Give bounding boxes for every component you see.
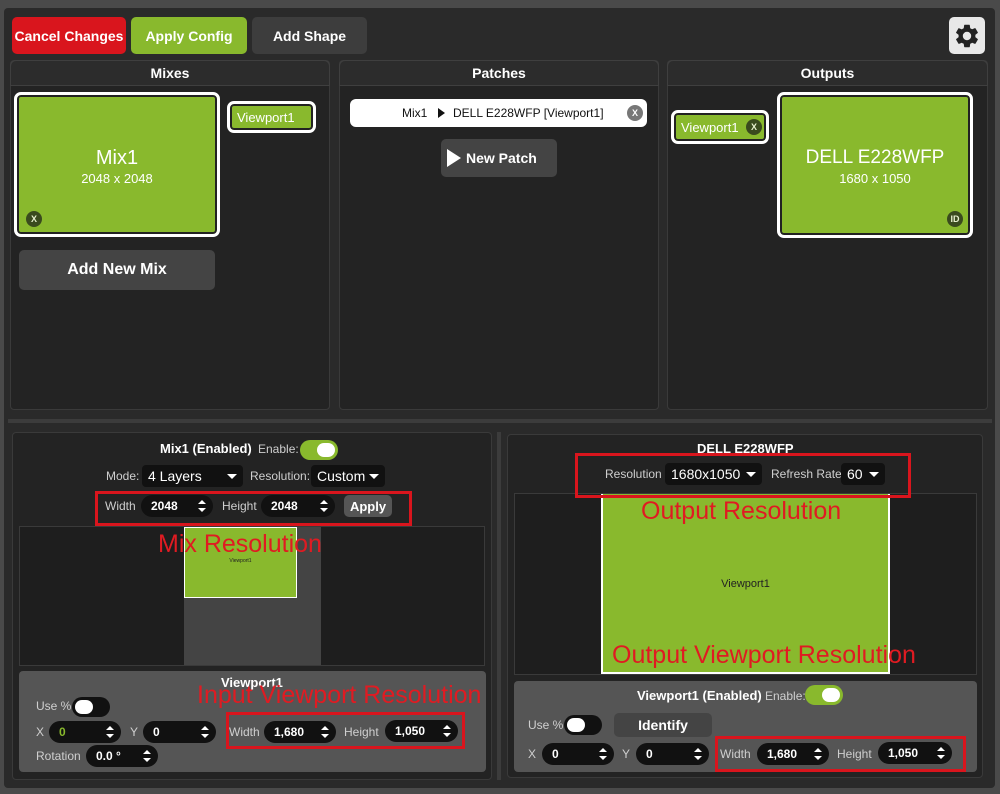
new-patch-label: New Patch [466,150,537,166]
output-y-field[interactable]: 0 [636,743,709,765]
mode-value: 4 Layers [148,468,202,484]
output-usepct-toggle[interactable] [564,715,602,735]
output-viewport-enable-label: Enable: [765,689,806,703]
input-rotation-field[interactable]: 0.0 ° [86,745,158,767]
toggle-knob [567,718,585,732]
input-usepct-label: Use % [36,699,72,713]
patches-title: Patches [339,60,659,86]
mixes-title: Mixes [10,60,330,86]
new-patch-button[interactable]: New Patch [441,139,557,177]
splitter[interactable] [8,419,992,423]
patch-target: DELL E228WFP [Viewport1] [453,106,604,120]
mix-name: Mix1 [95,147,139,169]
cancel-changes-button[interactable]: Cancel Changes [12,17,126,54]
output-y-label: Y [622,747,631,761]
mix-close-button[interactable]: X [26,211,42,227]
spinner-icon[interactable] [693,746,703,762]
output-card[interactable]: DELL E228WFP 1680 x 1050 ID [777,92,973,238]
outputs-title: Outputs [667,60,988,86]
output-y-value: 0 [646,747,653,761]
input-rotation-value: 0.0 ° [96,749,121,763]
mix-resolution-annotation: Mix Resolution [158,530,322,558]
spinner-icon[interactable] [105,724,115,740]
spinner-icon[interactable] [142,748,152,764]
add-new-mix-button[interactable]: Add New Mix [19,250,215,290]
output-size: 1680 x 1050 [839,171,911,186]
mix-resolution-label: Resolution: [250,469,311,483]
mix-resolution-select[interactable]: Custom [311,465,385,487]
input-y-label: Y [130,725,139,739]
input-viewport-highlight [226,712,465,749]
patch-source: Mix1 [402,106,428,120]
output-viewport-enable-toggle[interactable] [805,685,843,705]
input-rotation-label: Rotation [36,749,81,763]
gear-icon [956,24,978,47]
output-viewport-tag-label: Viewport1 [681,119,739,135]
mode-label: Mode: [106,469,140,483]
toggle-knob [317,443,335,457]
output-id-button[interactable]: ID [947,211,963,227]
input-y-field[interactable]: 0 [143,721,216,743]
output-resolution-annotation: Output Resolution [641,497,842,525]
mix-enable-label: Enable: [258,442,299,456]
mix-detail-title: Mix1 (Enabled) [160,441,252,456]
chevron-down-icon [227,474,237,479]
input-usepct-toggle[interactable] [72,697,110,717]
output-usepct-label: Use % [528,718,564,732]
output-x-field[interactable]: 0 [542,743,614,765]
add-shape-button[interactable]: Add Shape [252,17,367,54]
output-viewport-tag[interactable]: Viewport1 X [671,110,769,144]
input-x-value: 0 [59,725,66,739]
chevron-down-icon [369,474,379,479]
output-x-value: 0 [552,747,559,761]
input-y-value: 0 [153,725,160,739]
output-name: DELL E228WFP [805,147,945,168]
output-resolution-highlight [575,453,911,498]
mix-card[interactable]: Mix1 2048 x 2048 X [14,92,220,237]
spinner-icon[interactable] [598,746,608,762]
output-viewport-highlight [715,736,966,772]
patch-row[interactable]: Mix1 DELL E228WFP [Viewport1] X [350,99,647,127]
toggle-knob [75,700,93,714]
output-x-label: X [528,747,537,761]
output-viewport-annotation: Output Viewport Resolution [612,641,916,669]
bottom-splitter[interactable] [497,432,501,780]
arrow-right-icon [438,108,445,118]
mix-enable-toggle[interactable] [300,440,338,460]
patch-close-button[interactable]: X [627,105,643,121]
mode-select[interactable]: 4 Layers [142,465,243,487]
toggle-knob [822,688,840,702]
play-icon [447,149,461,167]
output-viewport-tag-close[interactable]: X [746,119,762,135]
spinner-icon[interactable] [200,724,210,740]
input-viewport-annotation: Input Viewport Resolution [197,681,482,709]
identify-button[interactable]: Identify [614,713,712,737]
input-x-field[interactable]: 0 [49,721,121,743]
mix-resolution-highlight [95,491,412,526]
mix-resolution-value: Custom [317,468,366,484]
mix-size: 2048 x 2048 [81,171,153,186]
input-x-label: X [36,725,45,739]
settings-button[interactable] [949,17,985,54]
output-preview-viewport-label: Viewport1 [721,578,770,590]
output-viewport-title: Viewport1 (Enabled) [637,688,762,703]
mix-viewport-tag[interactable]: Viewport1 [227,101,316,133]
apply-config-button[interactable]: Apply Config [131,17,247,54]
